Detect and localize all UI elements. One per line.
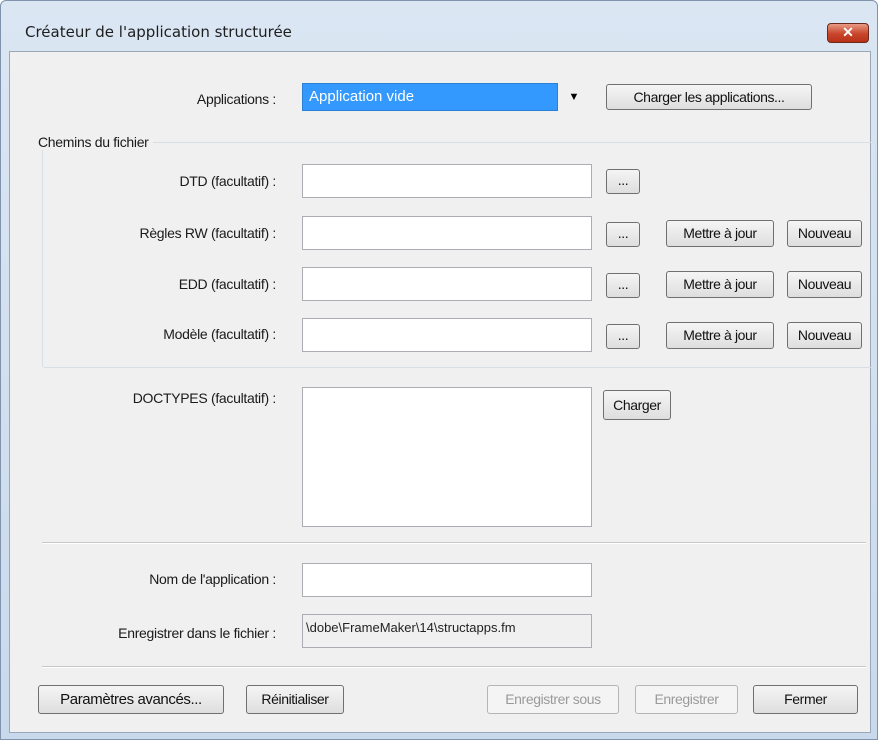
applications-selected-value: Application vide (302, 83, 558, 111)
dtd-browse-button[interactable]: ... (606, 169, 640, 194)
chevron-down-icon[interactable]: ▼ (564, 83, 584, 111)
app-name-label: Nom de l'application : (149, 571, 276, 587)
applications-dropdown[interactable]: Application vide ▼ (302, 83, 586, 111)
rw-rules-browse-button[interactable]: ... (606, 222, 640, 247)
app-name-input[interactable] (302, 563, 592, 597)
edd-update-button[interactable]: Mettre à jour (666, 271, 774, 298)
separator-bottom (42, 666, 866, 668)
doctypes-label: DOCTYPES (facultatif) : (132, 390, 277, 406)
advanced-settings-button[interactable]: Paramètres avancés... (38, 685, 224, 714)
dtd-input[interactable] (302, 164, 592, 198)
save-as-button[interactable]: Enregistrer sous (487, 685, 619, 714)
rw-rules-update-button[interactable]: Mettre à jour (666, 220, 774, 247)
edd-browse-button[interactable]: ... (606, 273, 640, 298)
applications-label: Applications : (196, 91, 276, 107)
close-window-button[interactable]: ✕ (827, 23, 869, 43)
template-browse-button[interactable]: ... (606, 324, 640, 349)
rw-rules-label: Règles RW (facultatif) : (139, 225, 277, 241)
doctypes-textarea[interactable] (302, 387, 592, 527)
separator-top (42, 542, 866, 544)
save-file-label: Enregistrer dans le fichier : (118, 625, 276, 641)
dialog-window: Créateur de l'application structurée ✕ A… (0, 0, 878, 740)
window-title: Créateur de l'application structurée (25, 23, 292, 41)
template-input[interactable] (302, 318, 592, 352)
template-label: Modèle (facultatif) : (163, 326, 276, 342)
rw-rules-new-button[interactable]: Nouveau (787, 220, 862, 247)
template-new-button[interactable]: Nouveau (787, 322, 862, 349)
file-paths-group-label: Chemins du fichier (34, 134, 153, 150)
load-applications-button[interactable]: Charger les applications... (606, 84, 812, 110)
close-icon: ✕ (842, 24, 854, 40)
save-file-value: \dobe\FrameMaker\14\structapps.fm (302, 614, 592, 648)
title-bar: Créateur de l'application structurée ✕ (1, 15, 878, 51)
doctypes-load-button[interactable]: Charger (603, 390, 671, 420)
dialog-body: Applications : Application vide ▼ Charge… (9, 51, 876, 733)
save-button[interactable]: Enregistrer (635, 685, 738, 714)
edd-input[interactable] (302, 267, 592, 301)
edd-label: EDD (facultatif) : (178, 276, 277, 292)
edd-new-button[interactable]: Nouveau (787, 271, 862, 298)
dtd-label: DTD (facultatif) : (179, 173, 276, 189)
template-update-button[interactable]: Mettre à jour (666, 322, 774, 349)
reset-button[interactable]: Réinitialiser (246, 685, 344, 714)
rw-rules-input[interactable] (302, 216, 592, 250)
close-button[interactable]: Fermer (753, 685, 858, 714)
